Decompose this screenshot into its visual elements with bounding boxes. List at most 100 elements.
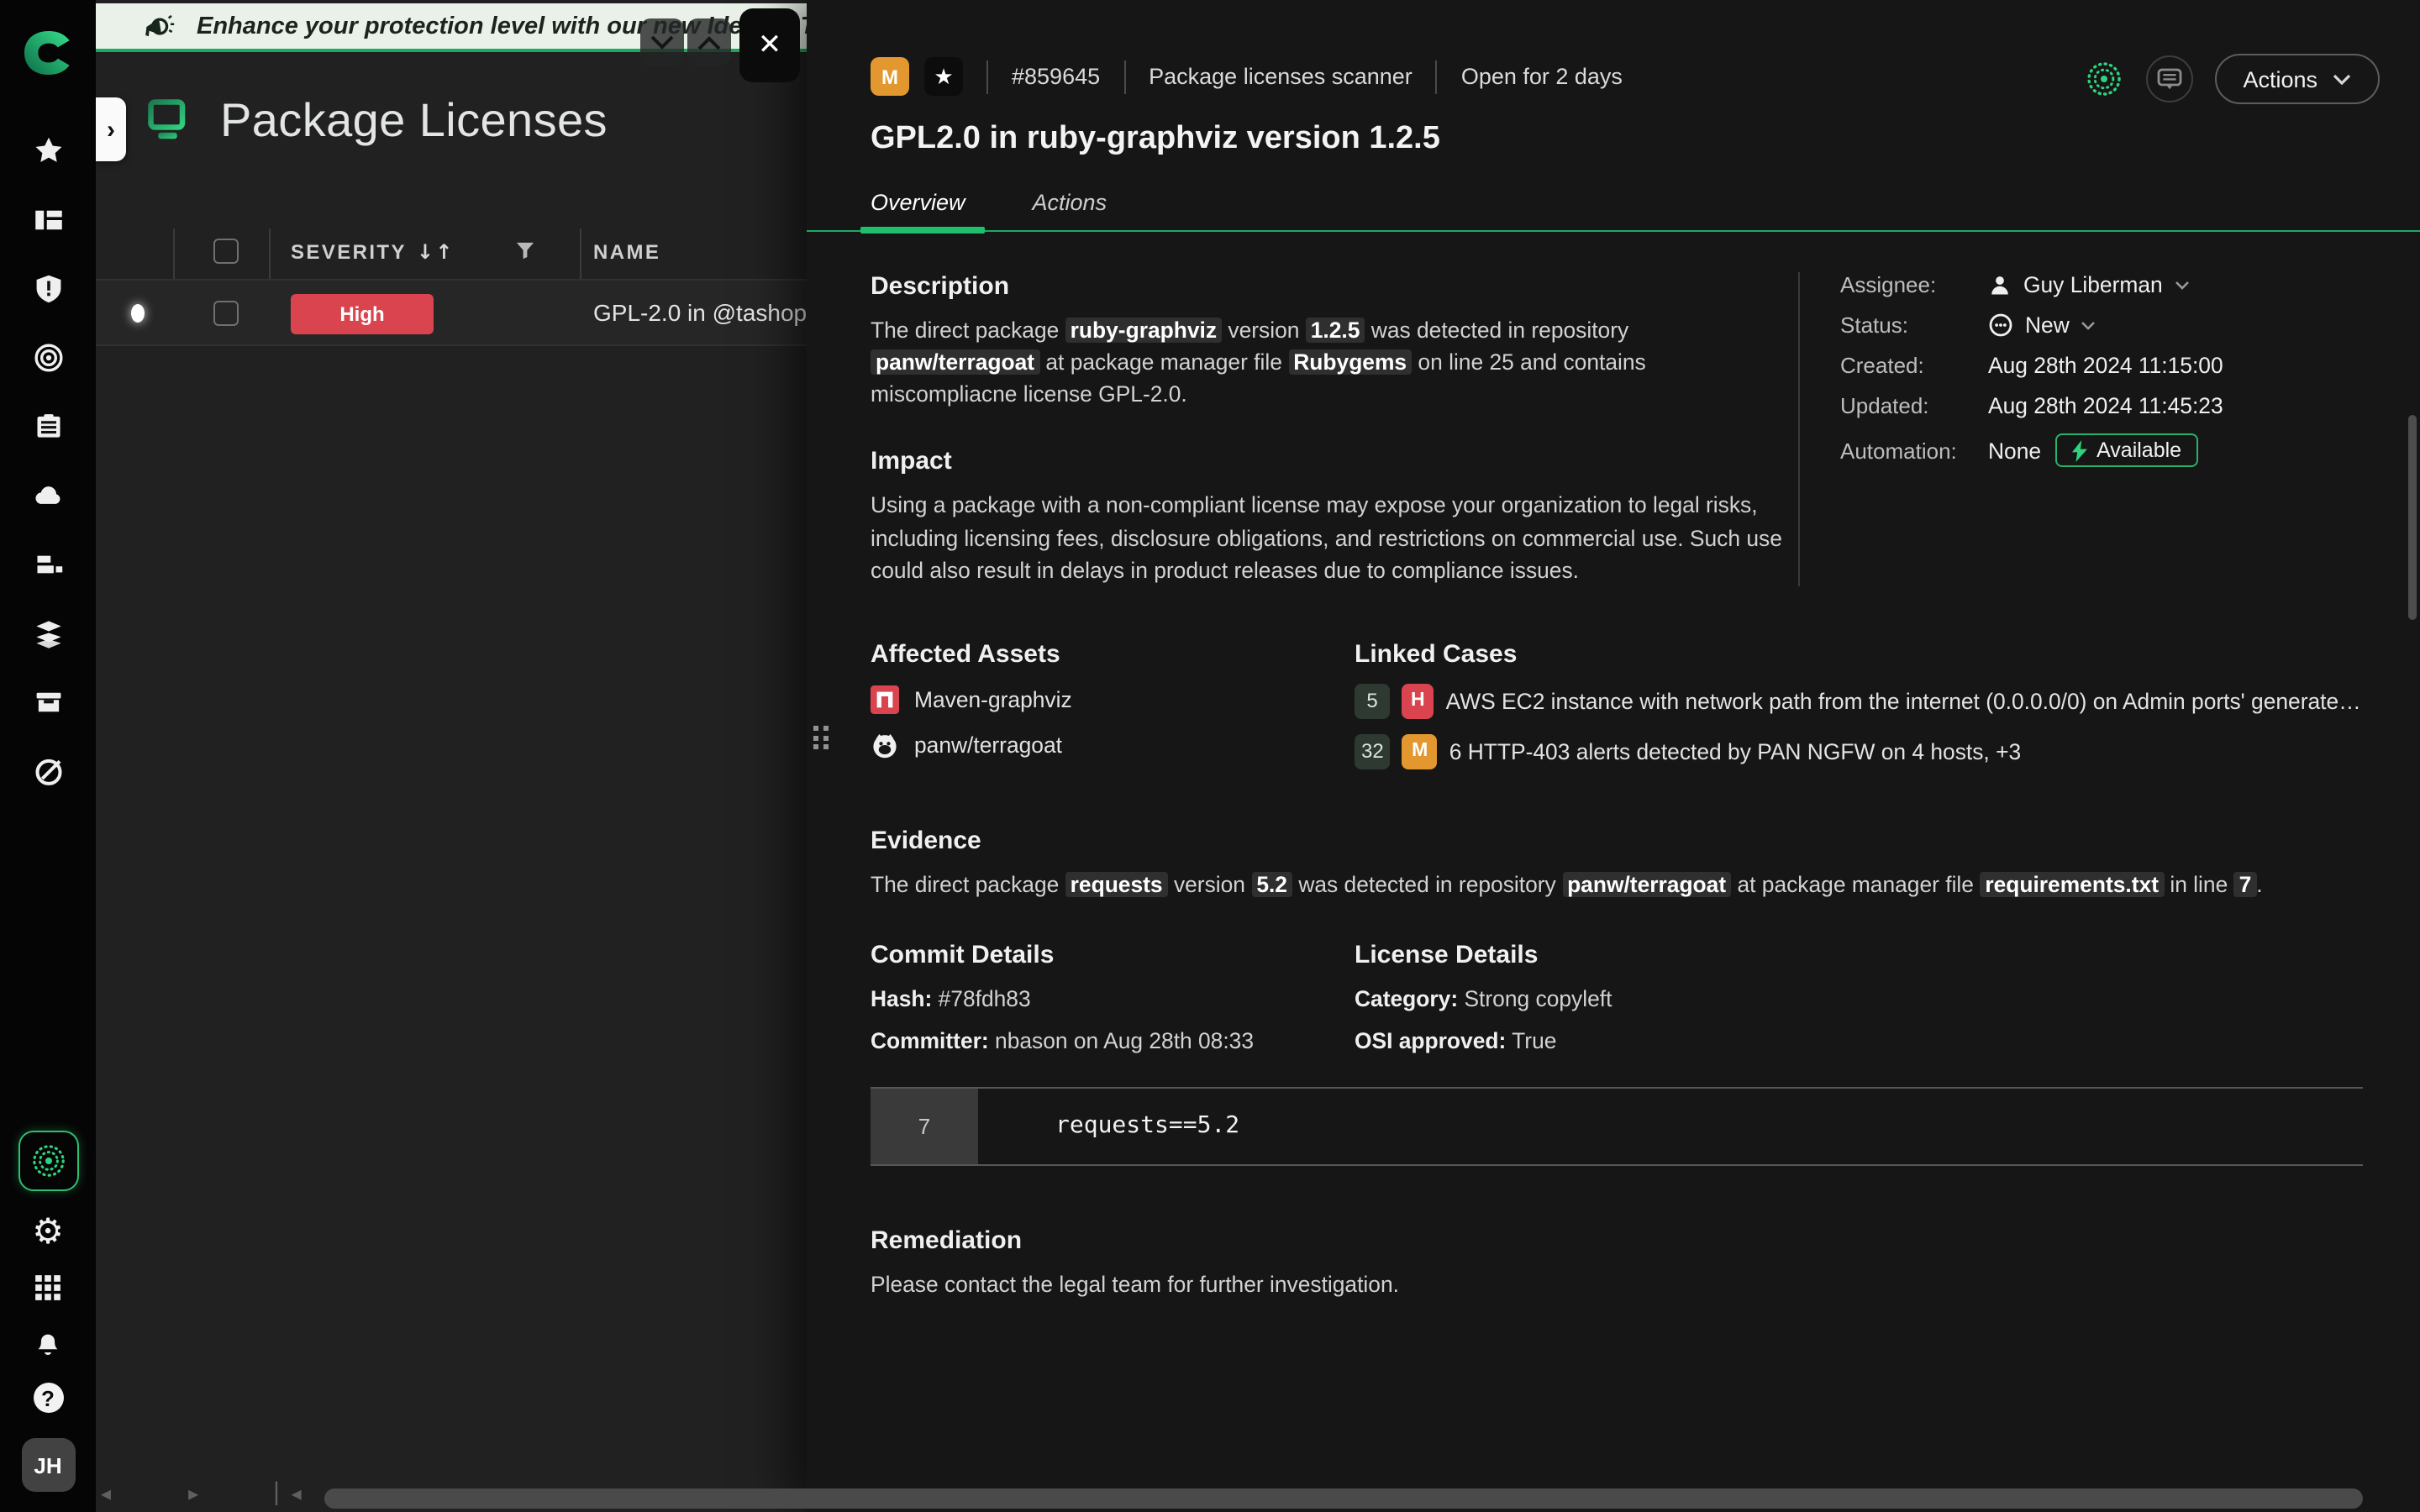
next-issue-button[interactable]: [687, 18, 731, 66]
actions-button[interactable]: Actions: [2214, 54, 2380, 104]
linked-case[interactable]: 32 M 6 HTTP-403 alerts detected by PAN N…: [1355, 734, 2363, 769]
pager-next-icon[interactable]: ▸: [188, 1482, 198, 1505]
meta-column: Assignee: Guy Liberman Status: New: [1798, 272, 2363, 586]
remediation-text: Please contact the legal team for furthe…: [871, 1268, 2363, 1300]
description-heading: Description: [871, 272, 1798, 301]
row-checkbox[interactable]: [213, 301, 239, 326]
severity-medium-badge: M: [871, 57, 909, 96]
ai-copilot-icon[interactable]: [18, 1131, 78, 1191]
left-sidebar: ⚙ ? JH: [0, 0, 96, 1512]
automation-value: None: [1988, 438, 2041, 463]
github-icon: [871, 731, 899, 759]
asset-link[interactable]: panw/terragoat: [871, 731, 1355, 759]
unread-indicator-dot: [131, 304, 145, 323]
lightning-bolt-icon: [2071, 439, 2086, 461]
case-id: #859645: [1012, 64, 1100, 89]
user-avatar[interactable]: JH: [21, 1438, 75, 1492]
status-dropdown[interactable]: New: [1988, 312, 2096, 338]
person-icon: [1988, 273, 2012, 297]
assignee-dropdown[interactable]: Guy Liberman: [1988, 272, 2190, 297]
reports-icon[interactable]: [33, 412, 63, 442]
target-icon[interactable]: [33, 343, 63, 373]
dashboards-icon[interactable]: [33, 205, 63, 235]
layers-icon[interactable]: [33, 618, 63, 648]
impact-heading: Impact: [871, 448, 1798, 476]
settings-gear-icon[interactable]: ⚙: [33, 1216, 63, 1247]
scanner-name: Package licenses scanner: [1149, 64, 1413, 89]
chevron-down-icon: [2175, 280, 2190, 290]
severity-medium-badge: M: [1402, 734, 1438, 769]
issue-detail-panel: M ★ #859645 Package licenses scanner Ope…: [807, 0, 2420, 1512]
ai-insights-icon[interactable]: [2083, 59, 2123, 99]
sidebar-nav: [33, 136, 63, 786]
affected-assets-heading: Affected Assets: [871, 640, 1355, 669]
issue-name: GPL-2.0 in @tashop/: [593, 299, 808, 326]
linked-case[interactable]: 5 H AWS EC2 instance with network path f…: [1355, 684, 2363, 719]
app-root: ⚙ ? JH Enhance your protection level wit…: [0, 0, 2420, 1512]
commit-committer: Committer: nbason on Aug 28th 08:33: [871, 1028, 1355, 1053]
column-name[interactable]: NAME: [593, 240, 660, 264]
close-panel-button[interactable]: ✕: [739, 8, 800, 82]
sort-icon[interactable]: ↓↑: [417, 240, 455, 264]
cortex-logo-icon[interactable]: [23, 30, 73, 76]
pager-first-icon[interactable]: ▏◂: [276, 1482, 302, 1505]
automation-available-button[interactable]: Available: [2054, 433, 2198, 467]
select-all-checkbox[interactable]: [213, 239, 239, 264]
column-severity[interactable]: SEVERITY ↓↑: [291, 240, 455, 264]
vertical-scrollbar[interactable]: [2408, 415, 2417, 620]
megaphone-icon: [139, 10, 175, 45]
severity-badge: High: [291, 294, 434, 334]
help-icon[interactable]: ?: [33, 1383, 63, 1413]
open-duration: Open for 2 days: [1461, 64, 1623, 89]
cloud-icon[interactable]: [33, 480, 63, 511]
license-details-heading: License Details: [1355, 941, 2363, 969]
chevron-down-icon: [2081, 320, 2096, 330]
severity-high-badge: H: [1402, 684, 1434, 719]
code-line-number: 7: [871, 1089, 978, 1164]
filter-funnel-icon[interactable]: [516, 242, 534, 260]
panel-header: M ★ #859645 Package licenses scanner Ope…: [807, 0, 2420, 96]
evidence-heading: Evidence: [871, 827, 2363, 855]
evidence-code-block: 7 requests==5.2: [871, 1087, 2363, 1166]
description-text: The direct package ruby-graphviz version…: [871, 314, 1724, 411]
commit-hash: Hash: #78fdh83: [871, 986, 1355, 1011]
page-title: Package Licenses: [220, 94, 608, 148]
table-pager: ◂ ▸ ▏◂: [101, 1482, 302, 1505]
shield-alert-icon[interactable]: [33, 274, 63, 304]
panel-tabs: Overview Actions: [807, 190, 2420, 232]
panel-resize-handle[interactable]: [813, 726, 832, 754]
metrics-gauge-icon[interactable]: [33, 756, 63, 786]
pager-prev-icon[interactable]: ◂: [101, 1482, 111, 1505]
marketplace-icon[interactable]: [33, 687, 63, 717]
previous-issue-button[interactable]: [640, 18, 684, 66]
case-count-badge: 32: [1355, 734, 1391, 769]
chevron-down-icon: [2333, 73, 2351, 85]
impact-text: Using a package with a non-compliant lic…: [871, 490, 1786, 586]
close-icon: ✕: [758, 29, 782, 62]
inventory-blocks-icon[interactable]: [33, 549, 63, 580]
created-timestamp: Aug 28th 2024 11:15:00: [1988, 353, 2223, 378]
updated-timestamp: Aug 28th 2024 11:45:23: [1988, 393, 2223, 418]
expand-filters-button[interactable]: ›: [96, 97, 126, 161]
notifications-bell-icon[interactable]: [33, 1327, 63, 1357]
scanner-monitor-icon: [145, 96, 195, 146]
status-new-icon: [1988, 312, 2013, 338]
remediation-heading: Remediation: [871, 1226, 2363, 1255]
commit-details-heading: Commit Details: [871, 941, 1355, 969]
license-osi: OSI approved: True: [1355, 1028, 2363, 1053]
tab-actions[interactable]: Actions: [1033, 190, 1107, 230]
case-count-badge: 5: [1355, 684, 1390, 719]
apps-grid-icon[interactable]: [33, 1272, 63, 1302]
sidebar-bottom: ⚙ ? JH: [0, 1131, 96, 1492]
code-content: requests==5.2: [978, 1089, 1239, 1164]
favorites-icon[interactable]: [33, 136, 63, 166]
horizontal-scrollbar[interactable]: [324, 1488, 2363, 1509]
tab-overview[interactable]: Overview: [871, 190, 965, 230]
asset-link[interactable]: Maven-graphviz: [871, 685, 1355, 714]
comments-icon[interactable]: [2145, 55, 2192, 102]
star-toggle-icon[interactable]: ★: [924, 57, 963, 96]
license-category: Category: Strong copyleft: [1355, 986, 2363, 1011]
issue-title: GPL2.0 in ruby-graphviz version 1.2.5: [807, 96, 2420, 158]
registry-icon: [871, 685, 899, 714]
linked-cases-heading: Linked Cases: [1355, 640, 2363, 669]
